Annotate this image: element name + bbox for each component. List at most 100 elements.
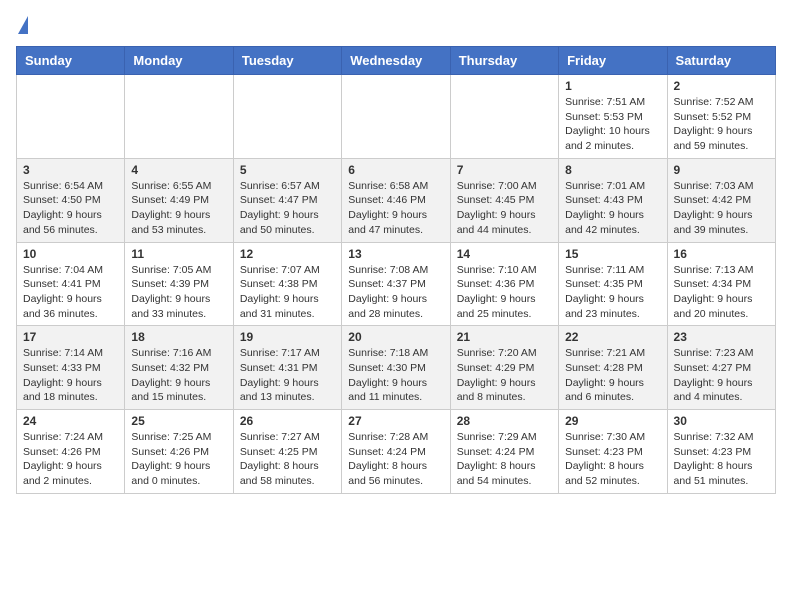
page-header xyxy=(16,16,776,34)
day-info: Sunrise: 7:03 AM Sunset: 4:42 PM Dayligh… xyxy=(674,179,769,238)
day-info: Sunrise: 7:18 AM Sunset: 4:30 PM Dayligh… xyxy=(348,346,443,405)
day-number: 12 xyxy=(240,247,335,261)
calendar-cell: 3 Sunrise: 6:54 AM Sunset: 4:50 PM Daylig… xyxy=(17,158,125,242)
day-info: Sunrise: 6:57 AM Sunset: 4:47 PM Dayligh… xyxy=(240,179,335,238)
day-info: Sunrise: 7:30 AM Sunset: 4:23 PM Dayligh… xyxy=(565,430,660,489)
column-header-tuesday: Tuesday xyxy=(233,47,341,75)
calendar-cell: 2Sunrise: 7:52 AM Sunset: 5:52 PM Daylig… xyxy=(667,75,775,159)
calendar-cell: 30 Sunrise: 7:32 AM Sunset: 4:23 PM Dayli… xyxy=(667,410,775,494)
day-number: 8 xyxy=(565,163,660,177)
day-info: Sunrise: 7:11 AM Sunset: 4:35 PM Dayligh… xyxy=(565,263,660,322)
calendar-cell: 9 Sunrise: 7:03 AM Sunset: 4:42 PM Daylig… xyxy=(667,158,775,242)
calendar-cell xyxy=(342,75,450,159)
calendar-cell: 24 Sunrise: 7:24 AM Sunset: 4:26 PM Dayli… xyxy=(17,410,125,494)
calendar-cell xyxy=(450,75,558,159)
day-number: 29 xyxy=(565,414,660,428)
day-number: 30 xyxy=(674,414,769,428)
day-info: Sunrise: 7:05 AM Sunset: 4:39 PM Dayligh… xyxy=(131,263,226,322)
day-info: Sunrise: 7:13 AM Sunset: 4:34 PM Dayligh… xyxy=(674,263,769,322)
day-info: Sunrise: 7:08 AM Sunset: 4:37 PM Dayligh… xyxy=(348,263,443,322)
day-number: 24 xyxy=(23,414,118,428)
calendar-cell xyxy=(233,75,341,159)
column-header-friday: Friday xyxy=(559,47,667,75)
calendar-cell: 12 Sunrise: 7:07 AM Sunset: 4:38 PM Dayli… xyxy=(233,242,341,326)
calendar-cell: 20 Sunrise: 7:18 AM Sunset: 4:30 PM Dayli… xyxy=(342,326,450,410)
day-info: Sunrise: 7:24 AM Sunset: 4:26 PM Dayligh… xyxy=(23,430,118,489)
calendar-cell: 5 Sunrise: 6:57 AM Sunset: 4:47 PM Daylig… xyxy=(233,158,341,242)
day-info: Sunrise: 7:20 AM Sunset: 4:29 PM Dayligh… xyxy=(457,346,552,405)
calendar-cell: 10 Sunrise: 7:04 AM Sunset: 4:41 PM Dayli… xyxy=(17,242,125,326)
calendar-cell xyxy=(17,75,125,159)
day-number: 3 xyxy=(23,163,118,177)
day-number: 21 xyxy=(457,330,552,344)
calendar-cell: 14 Sunrise: 7:10 AM Sunset: 4:36 PM Dayli… xyxy=(450,242,558,326)
day-number: 20 xyxy=(348,330,443,344)
calendar-week-5: 24 Sunrise: 7:24 AM Sunset: 4:26 PM Dayli… xyxy=(17,410,776,494)
calendar-cell: 19Sunrise: 7:17 AM Sunset: 4:31 PM Dayli… xyxy=(233,326,341,410)
calendar-cell: 11 Sunrise: 7:05 AM Sunset: 4:39 PM Dayli… xyxy=(125,242,233,326)
day-number: 14 xyxy=(457,247,552,261)
day-info: Sunrise: 7:28 AM Sunset: 4:24 PM Dayligh… xyxy=(348,430,443,489)
calendar-cell: 13 Sunrise: 7:08 AM Sunset: 4:37 PM Dayli… xyxy=(342,242,450,326)
day-number: 9 xyxy=(674,163,769,177)
day-info: Sunrise: 7:29 AM Sunset: 4:24 PM Dayligh… xyxy=(457,430,552,489)
calendar-week-4: 17Sunrise: 7:14 AM Sunset: 4:33 PM Dayli… xyxy=(17,326,776,410)
calendar-cell: 4Sunrise: 6:55 AM Sunset: 4:49 PM Daylig… xyxy=(125,158,233,242)
day-number: 16 xyxy=(674,247,769,261)
calendar-cell: 26 Sunrise: 7:27 AM Sunset: 4:25 PM Dayli… xyxy=(233,410,341,494)
calendar-week-3: 10 Sunrise: 7:04 AM Sunset: 4:41 PM Dayli… xyxy=(17,242,776,326)
calendar-week-1: 1 Sunrise: 7:51 AM Sunset: 5:53 PM Daylig… xyxy=(17,75,776,159)
logo-triangle-icon xyxy=(18,16,28,34)
day-number: 15 xyxy=(565,247,660,261)
day-number: 17 xyxy=(23,330,118,344)
calendar-cell: 21 Sunrise: 7:20 AM Sunset: 4:29 PM Dayli… xyxy=(450,326,558,410)
column-header-saturday: Saturday xyxy=(667,47,775,75)
column-header-wednesday: Wednesday xyxy=(342,47,450,75)
day-info: Sunrise: 7:23 AM Sunset: 4:27 PM Dayligh… xyxy=(674,346,769,405)
day-info: Sunrise: 7:16 AM Sunset: 4:32 PM Dayligh… xyxy=(131,346,226,405)
day-info: Sunrise: 7:51 AM Sunset: 5:53 PM Dayligh… xyxy=(565,95,660,154)
calendar-week-2: 3 Sunrise: 6:54 AM Sunset: 4:50 PM Daylig… xyxy=(17,158,776,242)
day-number: 7 xyxy=(457,163,552,177)
day-number: 13 xyxy=(348,247,443,261)
day-number: 23 xyxy=(674,330,769,344)
day-number: 11 xyxy=(131,247,226,261)
calendar-cell: 8 Sunrise: 7:01 AM Sunset: 4:43 PM Daylig… xyxy=(559,158,667,242)
calendar-cell xyxy=(125,75,233,159)
day-number: 1 xyxy=(565,79,660,93)
day-number: 5 xyxy=(240,163,335,177)
day-number: 6 xyxy=(348,163,443,177)
day-info: Sunrise: 7:17 AM Sunset: 4:31 PM Dayligh… xyxy=(240,346,335,405)
day-info: Sunrise: 6:54 AM Sunset: 4:50 PM Dayligh… xyxy=(23,179,118,238)
column-header-thursday: Thursday xyxy=(450,47,558,75)
day-number: 27 xyxy=(348,414,443,428)
day-number: 26 xyxy=(240,414,335,428)
calendar-cell: 16 Sunrise: 7:13 AM Sunset: 4:34 PM Dayli… xyxy=(667,242,775,326)
calendar-cell: 6 Sunrise: 6:58 AM Sunset: 4:46 PM Daylig… xyxy=(342,158,450,242)
column-header-sunday: Sunday xyxy=(17,47,125,75)
day-info: Sunrise: 7:32 AM Sunset: 4:23 PM Dayligh… xyxy=(674,430,769,489)
day-info: Sunrise: 7:04 AM Sunset: 4:41 PM Dayligh… xyxy=(23,263,118,322)
day-info: Sunrise: 7:25 AM Sunset: 4:26 PM Dayligh… xyxy=(131,430,226,489)
calendar-cell: 15 Sunrise: 7:11 AM Sunset: 4:35 PM Dayli… xyxy=(559,242,667,326)
day-info: Sunrise: 7:27 AM Sunset: 4:25 PM Dayligh… xyxy=(240,430,335,489)
calendar-table: SundayMondayTuesdayWednesdayThursdayFrid… xyxy=(16,46,776,494)
logo xyxy=(16,16,28,34)
day-info: Sunrise: 7:10 AM Sunset: 4:36 PM Dayligh… xyxy=(457,263,552,322)
calendar-cell: 1 Sunrise: 7:51 AM Sunset: 5:53 PM Daylig… xyxy=(559,75,667,159)
day-number: 2 xyxy=(674,79,769,93)
calendar-cell: 17Sunrise: 7:14 AM Sunset: 4:33 PM Dayli… xyxy=(17,326,125,410)
calendar-cell: 7Sunrise: 7:00 AM Sunset: 4:45 PM Daylig… xyxy=(450,158,558,242)
calendar-cell: 27 Sunrise: 7:28 AM Sunset: 4:24 PM Dayli… xyxy=(342,410,450,494)
day-info: Sunrise: 6:58 AM Sunset: 4:46 PM Dayligh… xyxy=(348,179,443,238)
day-info: Sunrise: 7:07 AM Sunset: 4:38 PM Dayligh… xyxy=(240,263,335,322)
day-number: 22 xyxy=(565,330,660,344)
calendar-cell: 25Sunrise: 7:25 AM Sunset: 4:26 PM Dayli… xyxy=(125,410,233,494)
calendar-cell: 29 Sunrise: 7:30 AM Sunset: 4:23 PM Dayli… xyxy=(559,410,667,494)
day-number: 28 xyxy=(457,414,552,428)
day-info: Sunrise: 7:01 AM Sunset: 4:43 PM Dayligh… xyxy=(565,179,660,238)
day-number: 18 xyxy=(131,330,226,344)
calendar-cell: 23 Sunrise: 7:23 AM Sunset: 4:27 PM Dayli… xyxy=(667,326,775,410)
day-number: 10 xyxy=(23,247,118,261)
calendar-cell: 18 Sunrise: 7:16 AM Sunset: 4:32 PM Dayli… xyxy=(125,326,233,410)
